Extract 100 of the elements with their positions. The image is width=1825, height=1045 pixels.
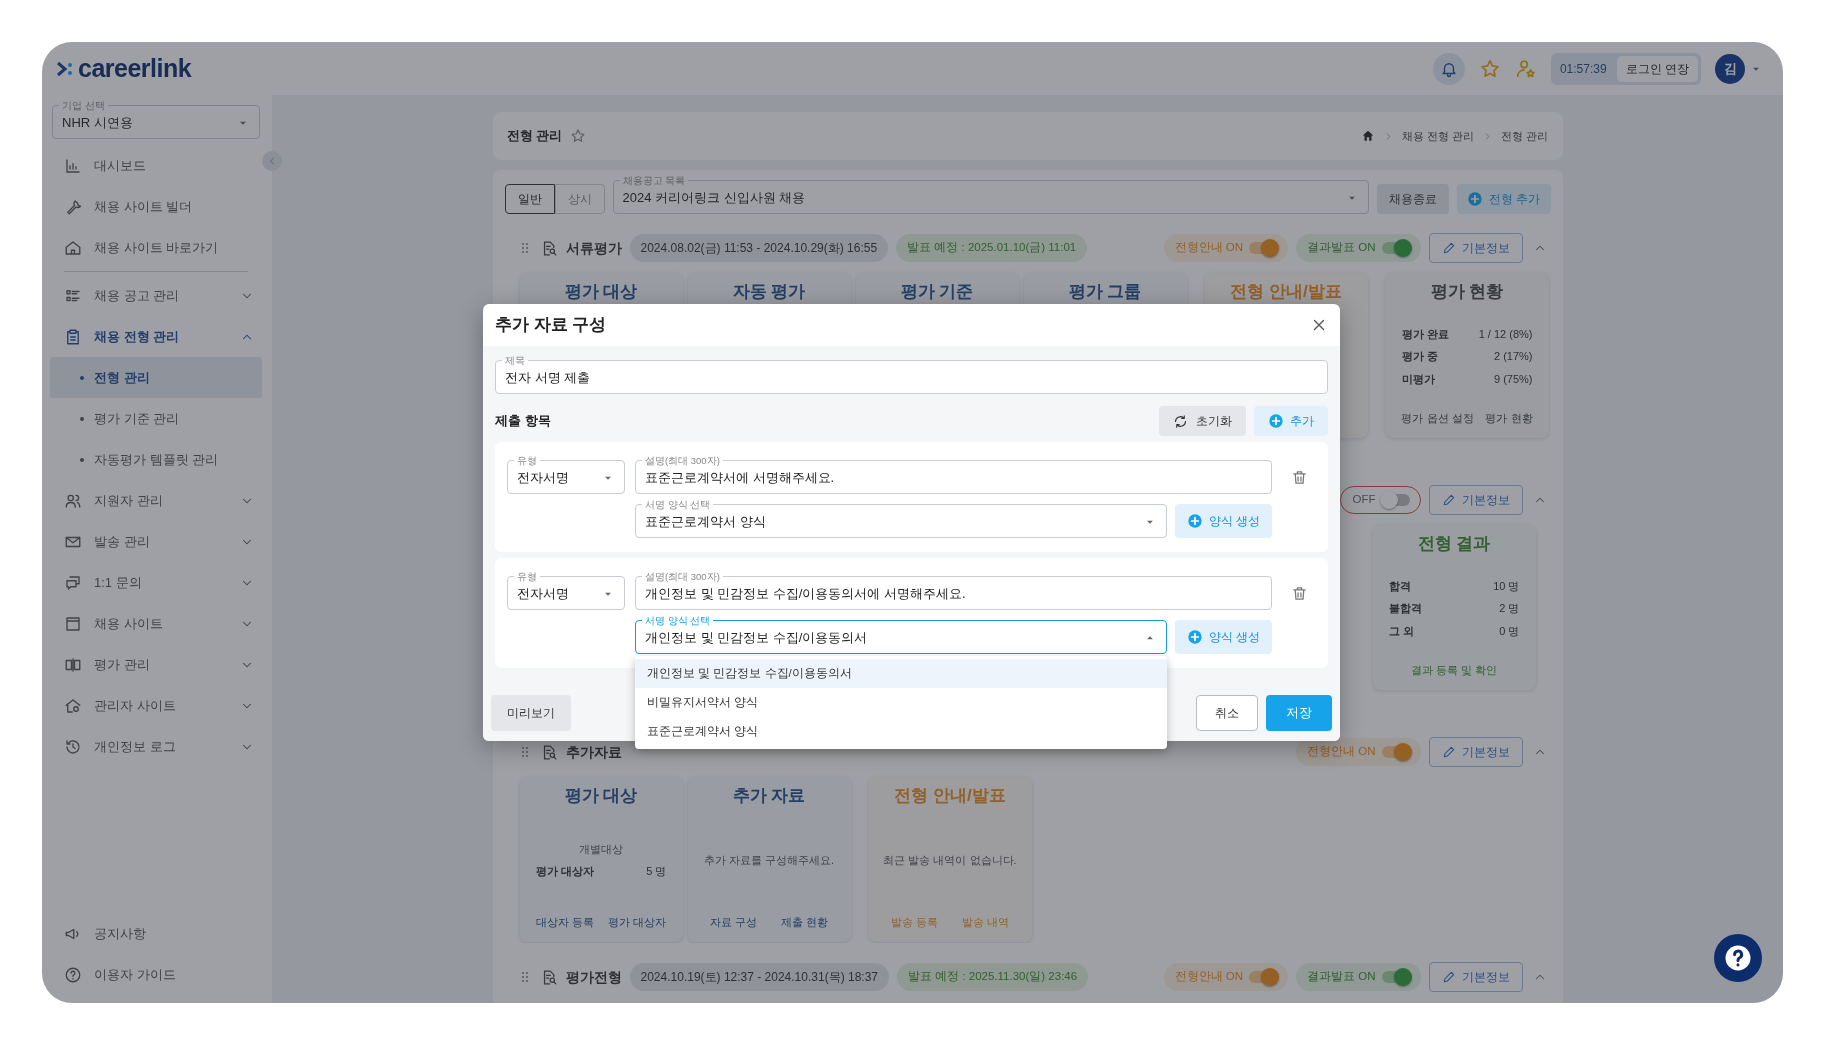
posting-select[interactable]: 채용공고 목록 2024 커리어링크 신입사원 채용	[612, 176, 1370, 214]
sidebar-subitem[interactable]: 자동평가 템플릿 관리	[50, 439, 262, 480]
basic-info-button[interactable]: 기본정보	[1428, 485, 1523, 515]
cancel-button[interactable]: 취소	[1196, 695, 1258, 731]
help-button[interactable]	[1714, 934, 1762, 982]
history-icon	[64, 737, 82, 756]
card-link[interactable]: 평가 대상자	[607, 913, 666, 930]
clipboard-icon	[64, 327, 82, 346]
sidebar-subitem[interactable]: 전형 관리	[50, 357, 262, 398]
star-icon[interactable]	[1478, 57, 1501, 80]
notification-button[interactable]	[1432, 52, 1465, 85]
bullet-icon	[80, 375, 84, 380]
card-link[interactable]: 결과 등록 및 확인	[1410, 661, 1498, 678]
field-label: 설명(최대 300자)	[644, 572, 721, 582]
create-form-button[interactable]: 양식 생성	[1174, 620, 1272, 654]
sidebar-subitem[interactable]: 평가 기준 관리	[50, 398, 262, 439]
card-link[interactable]: 평가 현황	[1485, 409, 1533, 426]
sidebar-item[interactable]: 채용 사이트 바로가기	[50, 227, 262, 268]
sidebar-item[interactable]: 대시보드	[50, 145, 262, 186]
stat-value: 5 명	[646, 864, 667, 880]
card-link[interactable]: 발송 내역	[962, 913, 1010, 930]
stat-label: 평가 완료	[1401, 326, 1449, 342]
field-label: 기업 선택	[61, 101, 106, 111]
sidebar-item[interactable]: 이용자 가이드	[50, 954, 262, 995]
card-note: 개별대상	[579, 841, 623, 857]
window-icon	[64, 614, 82, 633]
logo-icon	[56, 59, 74, 78]
card-link[interactable]: 자료 구성	[709, 913, 757, 930]
sidebar-item[interactable]: 채용 사이트	[50, 603, 262, 644]
close-recruitment-button[interactable]: 채용종료	[1377, 184, 1450, 214]
plus-icon	[1268, 413, 1284, 429]
stat-value: 1 / 12 (8%)	[1478, 326, 1533, 342]
type-tab[interactable]: 상시	[554, 184, 605, 214]
logo-text: careerlink	[78, 56, 192, 81]
sidebar-item[interactable]: 발송 관리	[50, 521, 262, 562]
card-title: 전형 안내/발표	[1230, 281, 1342, 303]
stat-label: 평가 대상자	[535, 864, 594, 880]
add-button[interactable]: 추가	[1254, 406, 1328, 436]
reset-button[interactable]: 초기화	[1159, 406, 1246, 436]
type-select[interactable]: 유형 전자서명	[507, 572, 625, 610]
toggle-label: 전형안내 ON	[1174, 240, 1244, 256]
period-pill: 2024.10.19(토) 12:37 - 2024.10.31(목) 18:37	[629, 963, 889, 991]
basic-info-button[interactable]: 기본정보	[1428, 737, 1523, 767]
collapse-button[interactable]	[262, 151, 282, 171]
stat-label: 평가 중	[1401, 349, 1438, 365]
toggle-switch[interactable]	[1249, 242, 1278, 254]
toggle-switch[interactable]	[1381, 746, 1410, 758]
toggle-switch[interactable]	[1381, 242, 1410, 254]
description-field[interactable]: 설명(최대 300자) 개인정보 및 민감정보 수집/이용동의서에 서명해주세요.	[635, 572, 1272, 610]
dropdown-option[interactable]: 표준근로계약서 양식	[635, 717, 1167, 746]
sidebar-item[interactable]: 채용 사이트 빌더	[50, 186, 262, 227]
avatar[interactable]: 김	[1715, 53, 1745, 84]
announce-pill: 발표 예정 : 2025.11.30(일) 23:46	[897, 963, 1089, 991]
sidebar-item[interactable]: 공지사항	[50, 913, 262, 954]
sidebar-item[interactable]: 채용 전형 관리	[50, 316, 262, 357]
toggle-label: 결과발표 ON	[1307, 240, 1376, 256]
stat-label: 미평가	[1401, 371, 1435, 387]
company-select[interactable]: 기업 선택 NHR 시연용	[52, 101, 260, 139]
trash-icon	[1290, 584, 1308, 602]
type-select[interactable]: 유형 전자서명	[507, 456, 625, 494]
sidebar-item[interactable]: 1:1 문의	[50, 562, 262, 603]
description-field[interactable]: 설명(최대 300자) 표준근로계약서에 서명해주세요.	[635, 456, 1272, 494]
card-link[interactable]: 발송 등록	[890, 913, 938, 930]
create-form-button[interactable]: 양식 생성	[1174, 504, 1272, 538]
field-label: 유형	[516, 456, 538, 466]
extend-login-button[interactable]: 로그인 연장	[1616, 55, 1698, 82]
basic-info-button[interactable]: 기본정보	[1428, 962, 1523, 992]
form-select[interactable]: 서명 양식 선택 표준근로계약서 양식	[635, 500, 1167, 538]
sidebar-item[interactable]: 관리자 사이트	[50, 685, 262, 726]
card-link[interactable]: 대상자 등록	[536, 913, 595, 930]
split-icon	[64, 655, 82, 674]
card-link[interactable]: 평가 옵션 설정	[1401, 409, 1474, 426]
page-title: 전형 관리	[506, 127, 563, 146]
save-button[interactable]: 저장	[1266, 695, 1332, 731]
form-select[interactable]: 서명 양식 선택 개인정보 및 민감정보 수집/이용동의서	[635, 616, 1167, 654]
sidebar-item[interactable]: 지원자 관리	[50, 480, 262, 521]
bullet-icon	[80, 416, 84, 421]
stat-value: 2 (17%)	[1493, 349, 1533, 365]
basic-info-button[interactable]: 기본정보	[1428, 233, 1523, 263]
field-label: 유형	[516, 572, 538, 582]
stat-label: 합격	[1388, 578, 1411, 594]
card-link[interactable]: 제출 현황	[781, 913, 829, 930]
field-label: 설명(최대 300자)	[644, 456, 721, 466]
title-field[interactable]: 제목 전자 서명 제출	[495, 356, 1328, 394]
preview-button[interactable]: 미리보기	[491, 695, 571, 731]
add-stage-button[interactable]: 전형 추가	[1457, 184, 1551, 214]
toggle-switch[interactable]	[1381, 494, 1410, 506]
dropdown-option[interactable]: 비밀유지서약서 양식	[635, 688, 1167, 717]
toggle-switch[interactable]	[1381, 971, 1410, 983]
breadcrumb-link[interactable]: 채용 전형 관리	[1402, 127, 1475, 145]
breadcrumb-link[interactable]: 전형 관리	[1501, 127, 1549, 145]
chart-icon	[64, 156, 82, 175]
type-tab[interactable]: 일반	[504, 184, 555, 214]
chat-icon	[64, 573, 82, 592]
dropdown-option[interactable]: 개인정보 및 민감정보 수집/이용동의서	[635, 659, 1167, 688]
sidebar-item[interactable]: 개인정보 로그	[50, 726, 262, 767]
sidebar-item[interactable]: 채용 공고 관리	[50, 275, 262, 316]
period-pill: 2024.08.02(금) 11:53 - 2024.10.29(화) 16:55	[629, 234, 889, 262]
sidebar-item[interactable]: 평가 관리	[50, 644, 262, 685]
toggle-switch[interactable]	[1249, 971, 1278, 983]
